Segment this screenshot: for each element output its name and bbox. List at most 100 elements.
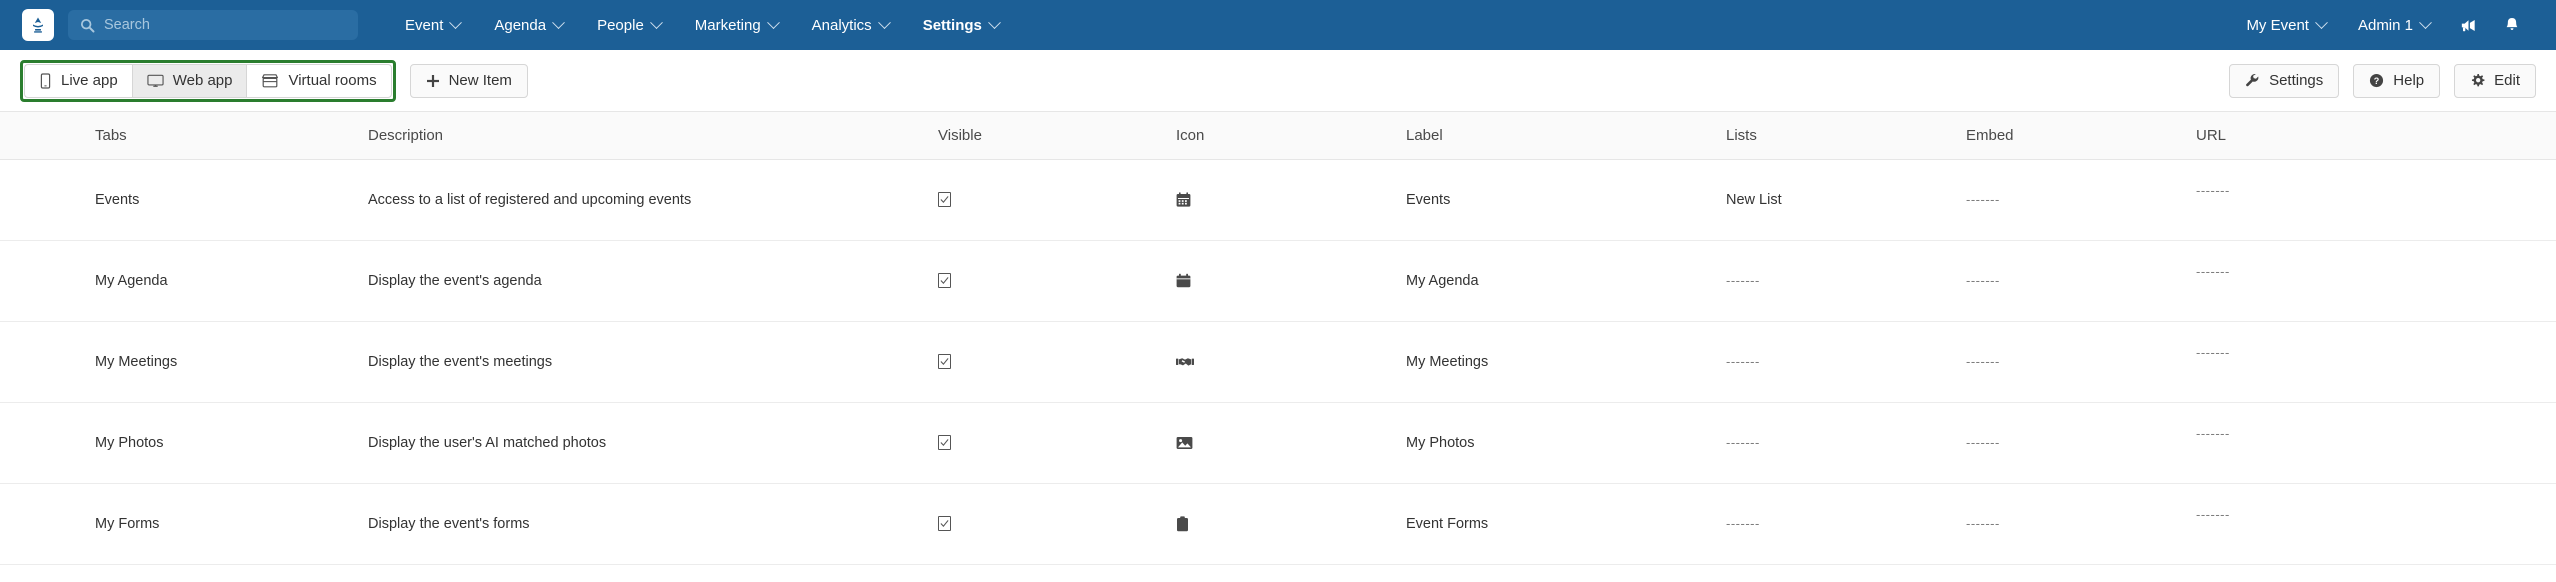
- app-switch-label: Web app: [172, 72, 233, 89]
- calendar-grid-icon: [1176, 192, 1406, 208]
- url-empty-dash: -------: [2196, 345, 2230, 360]
- help-button[interactable]: ? Help: [2353, 63, 2441, 98]
- chevron-down-icon: [988, 15, 1001, 29]
- chevron-down-icon: [649, 15, 663, 29]
- app-switch-web-app[interactable]: Web app: [131, 63, 247, 98]
- cell-visible: [938, 273, 1176, 289]
- wrench-icon: [2245, 73, 2260, 88]
- url-empty-dash: -------: [2196, 507, 2230, 522]
- cell-url: -------: [2196, 507, 2456, 532]
- table-row[interactable]: My Forms Display the event's forms Event…: [0, 484, 2556, 565]
- top-navigation-bar: Event Agenda People Marketing Analytics …: [0, 0, 2556, 50]
- nav-item-label: Settings: [922, 16, 982, 34]
- app-switch-virtual-rooms[interactable]: Virtual rooms: [246, 63, 392, 98]
- search-input[interactable]: [104, 17, 346, 33]
- visible-checkbox[interactable]: [938, 435, 951, 450]
- nav-item-marketing[interactable]: Marketing: [678, 0, 795, 50]
- nav-item-settings[interactable]: Settings: [906, 0, 1016, 50]
- nav-item-label: Agenda: [494, 16, 547, 34]
- user-menu[interactable]: Admin 1: [2342, 0, 2446, 50]
- visible-checkbox[interactable]: [938, 192, 951, 207]
- cell-lists: -------: [1726, 273, 1966, 289]
- nav-item-people[interactable]: People: [580, 0, 678, 50]
- new-item-label: New Item: [448, 72, 512, 89]
- nav-item-event[interactable]: Event: [388, 0, 477, 50]
- plus-icon: [426, 74, 440, 88]
- chevron-down-icon: [2419, 15, 2432, 29]
- edit-button[interactable]: Edit: [2454, 63, 2536, 98]
- url-empty-dash: -------: [2196, 426, 2230, 441]
- column-header-visible[interactable]: Visible: [938, 127, 1176, 144]
- search-box[interactable]: [68, 10, 358, 40]
- cell-description: Display the event's meetings: [368, 354, 553, 370]
- user-menu-label: Admin 1: [2357, 16, 2413, 34]
- chevron-down-icon: [449, 15, 463, 29]
- lists-empty-dash: -------: [1726, 435, 1760, 450]
- app-type-switcher: Live app Web app Virtual rooms: [20, 59, 396, 102]
- table-row[interactable]: My Photos Display the user's AI matched …: [0, 403, 2556, 484]
- cell-label: Events: [1406, 192, 1451, 208]
- megaphone-icon[interactable]: [2446, 0, 2490, 50]
- column-header-icon[interactable]: Icon: [1176, 127, 1406, 144]
- cell-visible: [938, 516, 1176, 532]
- nav-item-analytics[interactable]: Analytics: [795, 0, 906, 50]
- cell-icon: [1176, 192, 1406, 208]
- page-toolbar: Live app Web app Virtual rooms New Item …: [0, 50, 2556, 112]
- cell-visible: [938, 354, 1176, 370]
- column-header-description[interactable]: Description: [368, 127, 938, 144]
- nav-item-label: Analytics: [811, 16, 872, 34]
- cell-label: My Meetings: [1406, 354, 1489, 370]
- cell-icon: [1176, 273, 1406, 289]
- settings-button[interactable]: Settings: [2229, 63, 2340, 98]
- cell-description: Display the event's agenda: [368, 273, 542, 289]
- store-awning-icon: [261, 73, 279, 89]
- bell-icon[interactable]: [2490, 0, 2534, 50]
- search-icon: [80, 18, 95, 33]
- cell-icon: [1176, 516, 1406, 532]
- cell-tabs: My Photos: [95, 435, 164, 451]
- nav-item-agenda[interactable]: Agenda: [477, 0, 580, 50]
- visible-checkbox[interactable]: [938, 516, 951, 531]
- cell-tabs: Events: [95, 192, 140, 208]
- table-row[interactable]: My Meetings Display the event's meetings…: [0, 322, 2556, 403]
- column-header-tabs[interactable]: Tabs: [0, 127, 368, 144]
- embed-empty-dash: -------: [1966, 516, 2000, 531]
- handshake-icon: [1176, 355, 1406, 369]
- event-selector[interactable]: My Event: [2230, 0, 2342, 50]
- nav-item-label: Marketing: [694, 16, 761, 34]
- cell-tabs: My Forms: [95, 516, 160, 532]
- visible-checkbox[interactable]: [938, 273, 951, 288]
- photo-image-icon: [1176, 436, 1406, 450]
- edit-label: Edit: [2494, 72, 2520, 89]
- lists-empty-dash: -------: [1726, 354, 1760, 369]
- column-header-label[interactable]: Label: [1406, 127, 1726, 144]
- app-logo-icon[interactable]: [22, 9, 54, 41]
- desktop-monitor-icon: [147, 73, 164, 89]
- cell-lists[interactable]: New List: [1726, 192, 1966, 208]
- table-row[interactable]: My Agenda Display the event's agenda My …: [0, 241, 2556, 322]
- app-switch-live-app[interactable]: Live app: [24, 63, 132, 98]
- column-header-url[interactable]: URL: [2196, 127, 2456, 144]
- new-item-button[interactable]: New Item: [409, 63, 528, 98]
- cell-tabs: My Agenda: [95, 273, 168, 289]
- visible-checkbox[interactable]: [938, 354, 951, 369]
- cell-visible: [938, 435, 1176, 451]
- cell-lists: -------: [1726, 354, 1966, 370]
- embed-empty-dash: -------: [1966, 435, 2000, 450]
- event-selector-label: My Event: [2246, 16, 2309, 34]
- url-empty-dash: -------: [2196, 183, 2230, 198]
- lists-empty-dash: -------: [1726, 516, 1760, 531]
- calendar-solid-icon: [1176, 273, 1406, 289]
- cell-description: Access to a list of registered and upcom…: [368, 192, 692, 208]
- app-switch-label: Virtual rooms: [288, 72, 377, 89]
- toolbar-right-group: Settings ? Help Edit: [2215, 63, 2536, 98]
- column-header-embed[interactable]: Embed: [1966, 127, 2196, 144]
- chevron-down-icon: [877, 15, 891, 29]
- lists-empty-dash: -------: [1726, 273, 1760, 288]
- column-header-lists[interactable]: Lists: [1726, 127, 1966, 144]
- cell-icon: [1176, 436, 1406, 450]
- primary-nav-group: Event Agenda People Marketing Analytics …: [388, 0, 1016, 50]
- table-row[interactable]: Events Access to a list of registered an…: [0, 160, 2556, 241]
- chevron-down-icon: [552, 15, 565, 29]
- cell-url: -------: [2196, 345, 2456, 370]
